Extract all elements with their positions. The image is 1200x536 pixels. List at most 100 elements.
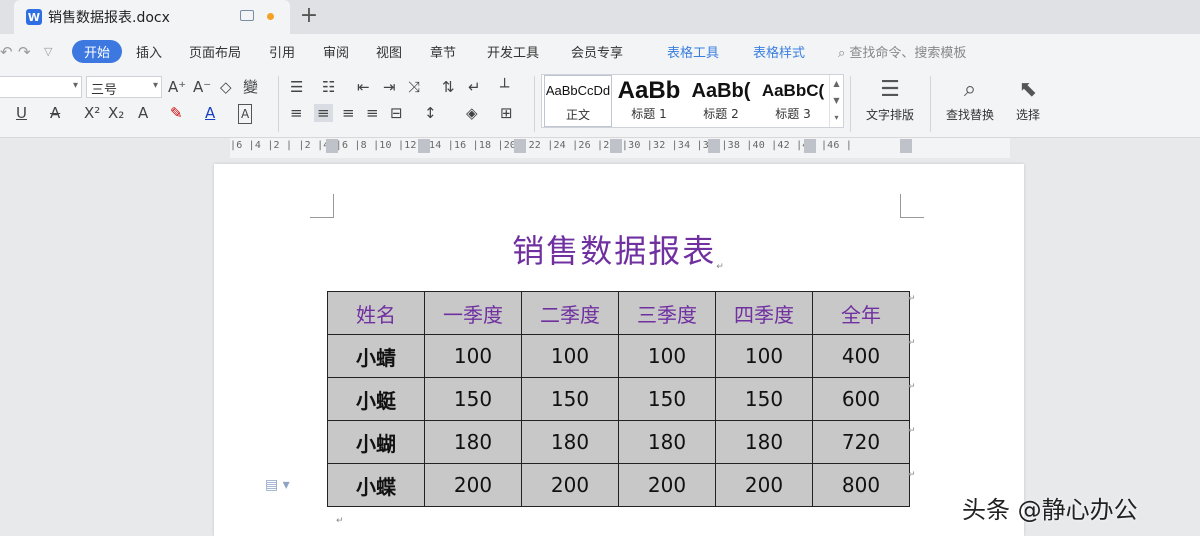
menu-developer[interactable]: 开发工具: [487, 42, 539, 61]
header-cell[interactable]: 三季度: [618, 291, 716, 335]
monitor-icon[interactable]: [240, 10, 254, 21]
gallery-scroll[interactable]: ▲ ▼ ▾: [829, 75, 843, 127]
table-cell[interactable]: 720: [812, 420, 910, 464]
document-page[interactable]: 销售数据报表↵ 姓名 一季度 二季度 三季度 四季度 全年 小蜻 100 100…: [214, 164, 1024, 536]
table-cell[interactable]: 150: [424, 377, 522, 421]
table-cell[interactable]: 100: [521, 334, 619, 378]
table-cell[interactable]: 200: [618, 463, 716, 507]
select-button[interactable]: ⬉ 选择: [1008, 74, 1048, 123]
column-marker[interactable]: [514, 139, 526, 153]
header-cell[interactable]: 四季度: [715, 291, 813, 335]
phonetic-guide-icon[interactable]: 變: [243, 78, 258, 96]
table-cell[interactable]: 100: [618, 334, 716, 378]
header-cell[interactable]: 姓名: [327, 291, 425, 335]
new-tab-plus-icon[interactable]: +: [298, 4, 320, 28]
table-cell[interactable]: 400: [812, 334, 910, 378]
strikethrough-icon[interactable]: A: [50, 104, 60, 122]
highlight-icon[interactable]: ✎: [170, 104, 183, 122]
table-cell[interactable]: 180: [715, 420, 813, 464]
text-layout-button[interactable]: ☰ 文字排版: [858, 74, 922, 123]
underline-icon[interactable]: U: [16, 104, 27, 122]
table-cell[interactable]: 200: [521, 463, 619, 507]
menu-table-style[interactable]: 表格样式: [753, 42, 805, 61]
column-marker[interactable]: [900, 139, 912, 153]
expand-icon[interactable]: ▾: [830, 109, 843, 126]
header-cell[interactable]: 全年: [812, 291, 910, 335]
style-heading-1[interactable]: AaBb 标题 1: [614, 75, 684, 127]
header-cell[interactable]: 一季度: [424, 291, 522, 335]
clear-format-icon[interactable]: ◇: [220, 78, 232, 96]
shading-icon[interactable]: ◈: [466, 104, 478, 122]
chinese-layout-icon[interactable]: ⤨: [408, 78, 420, 96]
table-cell[interactable]: 200: [424, 463, 522, 507]
subscript-icon[interactable]: X₂: [108, 104, 124, 122]
menu-chapter[interactable]: 章节: [430, 42, 456, 61]
column-marker[interactable]: [418, 139, 430, 153]
table-cell[interactable]: 小蜻: [327, 334, 425, 378]
text-effect-icon[interactable]: A: [138, 104, 148, 122]
align-center-icon[interactable]: ≡: [314, 104, 333, 122]
table-cell[interactable]: 100: [715, 334, 813, 378]
table-cell[interactable]: 180: [521, 420, 619, 464]
numbered-list-icon[interactable]: ☷: [322, 78, 335, 96]
align-right-icon[interactable]: ≡: [342, 104, 355, 122]
increase-indent-icon[interactable]: ⇥: [383, 78, 396, 96]
menu-view[interactable]: 视图: [376, 42, 402, 61]
sort-icon[interactable]: ⇅: [442, 78, 455, 96]
horizontal-ruler[interactable]: |6 |4 |2 | |2 |4 |6 |8 |10 |12 |14 |16 |…: [230, 138, 1010, 158]
column-marker[interactable]: [610, 139, 622, 153]
table-cell[interactable]: 100: [424, 334, 522, 378]
justify-icon[interactable]: ≡: [366, 104, 379, 122]
style-normal[interactable]: AaBbCcDd 正文: [544, 75, 612, 127]
undo-icon[interactable]: ↶: [0, 43, 13, 61]
decrease-indent-icon[interactable]: ⇤: [357, 78, 370, 96]
distribute-icon[interactable]: ⊟: [390, 104, 403, 122]
table-cell[interactable]: 150: [715, 377, 813, 421]
document-options-icon[interactable]: ▤ ▾: [265, 477, 290, 493]
chevron-down-icon[interactable]: ▼: [830, 92, 843, 109]
align-left-icon[interactable]: ≡: [290, 104, 303, 122]
table-cell[interactable]: 180: [424, 420, 522, 464]
table-cell[interactable]: 小蝶: [327, 463, 425, 507]
table-cell[interactable]: 150: [521, 377, 619, 421]
redo-icon[interactable]: ↷: [18, 43, 31, 61]
menu-references[interactable]: 引用: [269, 42, 295, 61]
column-marker[interactable]: [708, 139, 720, 153]
customize-chevron-icon[interactable]: ▽: [44, 45, 52, 58]
shrink-font-icon[interactable]: A⁻: [193, 78, 211, 96]
menu-insert[interactable]: 插入: [136, 42, 162, 61]
table-cell[interactable]: 小蜓: [327, 377, 425, 421]
style-heading-2[interactable]: AaBb( 标题 2: [686, 75, 756, 127]
tab-stops-icon[interactable]: ┴: [500, 78, 509, 96]
command-search[interactable]: ⌕ 查找命令、搜索模板: [838, 42, 966, 61]
menu-home[interactable]: 开始: [72, 40, 123, 63]
font-name-select[interactable]: [0, 76, 82, 98]
font-size-select[interactable]: 三号: [86, 76, 162, 98]
font-color-icon[interactable]: A: [205, 104, 215, 122]
find-replace-button[interactable]: ⌕ 查找替换: [938, 74, 1002, 123]
table-cell[interactable]: 150: [618, 377, 716, 421]
table-cell[interactable]: 200: [715, 463, 813, 507]
column-marker[interactable]: [804, 139, 816, 153]
document-heading[interactable]: 销售数据报表↵: [214, 226, 1024, 272]
table-cell[interactable]: 800: [812, 463, 910, 507]
superscript-icon[interactable]: X²: [84, 104, 100, 122]
line-spacing-icon[interactable]: ↕: [424, 104, 437, 122]
table-cell[interactable]: 小蝴: [327, 420, 425, 464]
column-marker[interactable]: [326, 139, 338, 153]
menu-review[interactable]: 审阅: [323, 42, 349, 61]
table-cell[interactable]: 600: [812, 377, 910, 421]
bullet-list-icon[interactable]: ☰: [290, 78, 303, 96]
table-cell[interactable]: 180: [618, 420, 716, 464]
header-cell[interactable]: 二季度: [521, 291, 619, 335]
menu-member[interactable]: 会员专享: [571, 42, 623, 61]
style-heading-3[interactable]: AaBbC( 标题 3: [758, 75, 828, 127]
char-border-icon[interactable]: A: [238, 104, 253, 124]
sales-table[interactable]: 姓名 一季度 二季度 三季度 四季度 全年 小蜻 100 100 100 100…: [327, 291, 910, 507]
grow-font-icon[interactable]: A⁺: [168, 78, 186, 96]
chevron-up-icon[interactable]: ▲: [830, 75, 843, 92]
menu-page-layout[interactable]: 页面布局: [189, 42, 241, 61]
show-marks-icon[interactable]: ↵: [468, 78, 481, 96]
menu-table-tools[interactable]: 表格工具: [667, 42, 719, 61]
borders-icon[interactable]: ⊞: [500, 104, 513, 122]
